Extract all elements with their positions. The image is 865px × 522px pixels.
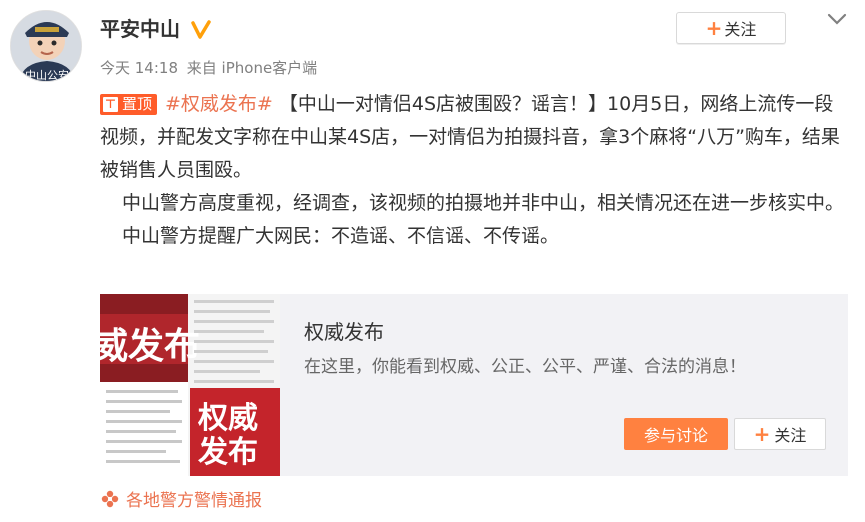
post-content: ⊤ 置顶 #权威发布# 【中山一对情侣4S店被围殴？谣言！】10月5日，网络上流… — [100, 88, 850, 253]
topic-card[interactable]: 威发布 权威 发布 权威发布 在这里，你能看到权威、公正、公平、严谨、合法的消息… — [100, 294, 848, 476]
logo-text-line1: 权威 — [197, 401, 258, 436]
topic-follow-button[interactable]: + 关注 — [734, 418, 826, 450]
plus-icon: + — [753, 422, 771, 446]
chevron-down-icon[interactable] — [826, 12, 848, 26]
thumbnail-banner-text: 威发布 — [100, 326, 200, 367]
location-link[interactable]: 各地警方警情通报 — [100, 486, 262, 511]
plus-icon: + — [705, 16, 723, 40]
post-paragraph-2: 中山警方高度重视，经调查，该视频的拍摄地并非中山，相关情况还在进一步核实中。 — [122, 192, 845, 214]
location-label: 各地警方警情通报 — [126, 491, 262, 511]
topic-card-title[interactable]: 权威发布 — [304, 316, 384, 345]
topic-card-thumbnail[interactable]: 威发布 权威 发布 — [100, 294, 280, 476]
post-paragraph-3: 中山警方提醒广大网民：不造谣、不信谣、不传谣。 — [122, 225, 560, 247]
follow-button[interactable]: + 关注 — [676, 12, 786, 44]
post-paragraph-1: ⊤ 置顶 #权威发布# 【中山一对情侣4S店被围殴？谣言！】10月5日，网络上流… — [100, 88, 850, 187]
topic-follow-label: 关注 — [774, 426, 807, 445]
author-name[interactable]: 平安中山 — [100, 16, 180, 42]
logo-text-line2: 发布 — [197, 435, 258, 470]
weibo-post: 中山公安 平安中山 + 关注 今天 14:18 来自 iPhone客户端 ⊤ 置… — [0, 0, 865, 522]
avatar-text: 中山公安 — [25, 68, 69, 82]
post-source: 来自 iPhone客户端 — [186, 59, 318, 77]
topic-card-description: 在这里，你能看到权威、公正、公平、严谨、合法的消息！ — [304, 357, 746, 377]
follow-button-label: 关注 — [724, 20, 757, 39]
post-time[interactable]: 今天 14:18 — [100, 59, 178, 77]
super-topic-icon — [101, 490, 119, 507]
pinned-badge: ⊤ 置顶 — [100, 94, 158, 115]
pin-icon: ⊤ — [103, 97, 118, 112]
avatar[interactable]: 中山公安 — [10, 10, 82, 82]
join-discussion-button[interactable]: 参与讨论 — [624, 418, 728, 450]
verified-icon — [191, 20, 211, 39]
pinned-badge-label: 置顶 — [122, 95, 153, 113]
post-meta: 今天 14:18 来自 iPhone客户端 — [100, 57, 317, 78]
topic-link[interactable]: #权威发布# — [165, 93, 273, 115]
